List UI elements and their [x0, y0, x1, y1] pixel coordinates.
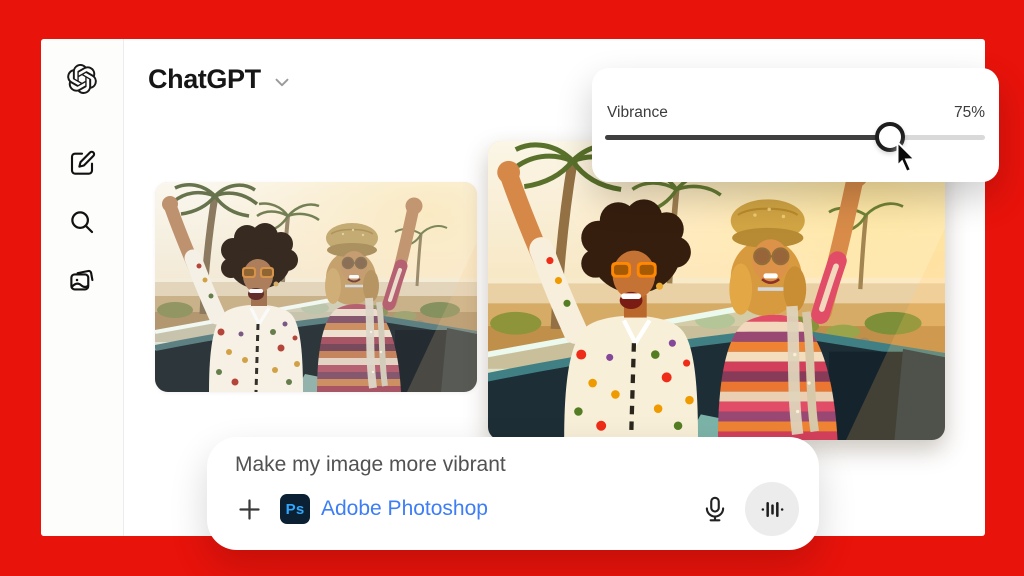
composer-actions-row: Ps Adobe Photoshop [235, 481, 799, 537]
new-chat-icon[interactable] [66, 147, 98, 179]
photoshop-icon: Ps [280, 494, 310, 524]
vibrance-slider-fill [605, 135, 890, 140]
vibrance-slider-track[interactable] [605, 135, 985, 140]
page-title: ChatGPT [148, 64, 261, 95]
plugin-name-link: Adobe Photoshop [321, 497, 488, 521]
image-edited-vibrant[interactable] [488, 141, 945, 440]
vibrance-slider-knob[interactable] [875, 122, 905, 152]
chevron-down-icon [271, 67, 293, 93]
library-icon[interactable] [66, 264, 98, 296]
prompt-input[interactable]: Make my image more vibrant [235, 453, 506, 477]
adobe-photoshop-plugin-chip[interactable]: Ps Adobe Photoshop [280, 494, 488, 524]
search-icon[interactable] [66, 206, 98, 238]
vibrance-panel: Vibrance 75% [592, 68, 999, 182]
openai-logo-icon[interactable] [66, 63, 98, 95]
model-switcher[interactable]: ChatGPT [148, 64, 293, 95]
image-original[interactable] [155, 182, 477, 392]
microphone-icon[interactable] [699, 492, 731, 526]
composer-bar: Make my image more vibrant Ps Adobe Phot… [207, 437, 819, 550]
screenshot-stage: ChatGPT [0, 0, 1024, 576]
plus-icon[interactable] [235, 495, 263, 523]
voice-waveform-icon[interactable] [745, 482, 799, 536]
sidebar [41, 39, 124, 536]
vibrance-label: Vibrance [607, 104, 668, 122]
vibrance-value: 75% [954, 104, 985, 122]
